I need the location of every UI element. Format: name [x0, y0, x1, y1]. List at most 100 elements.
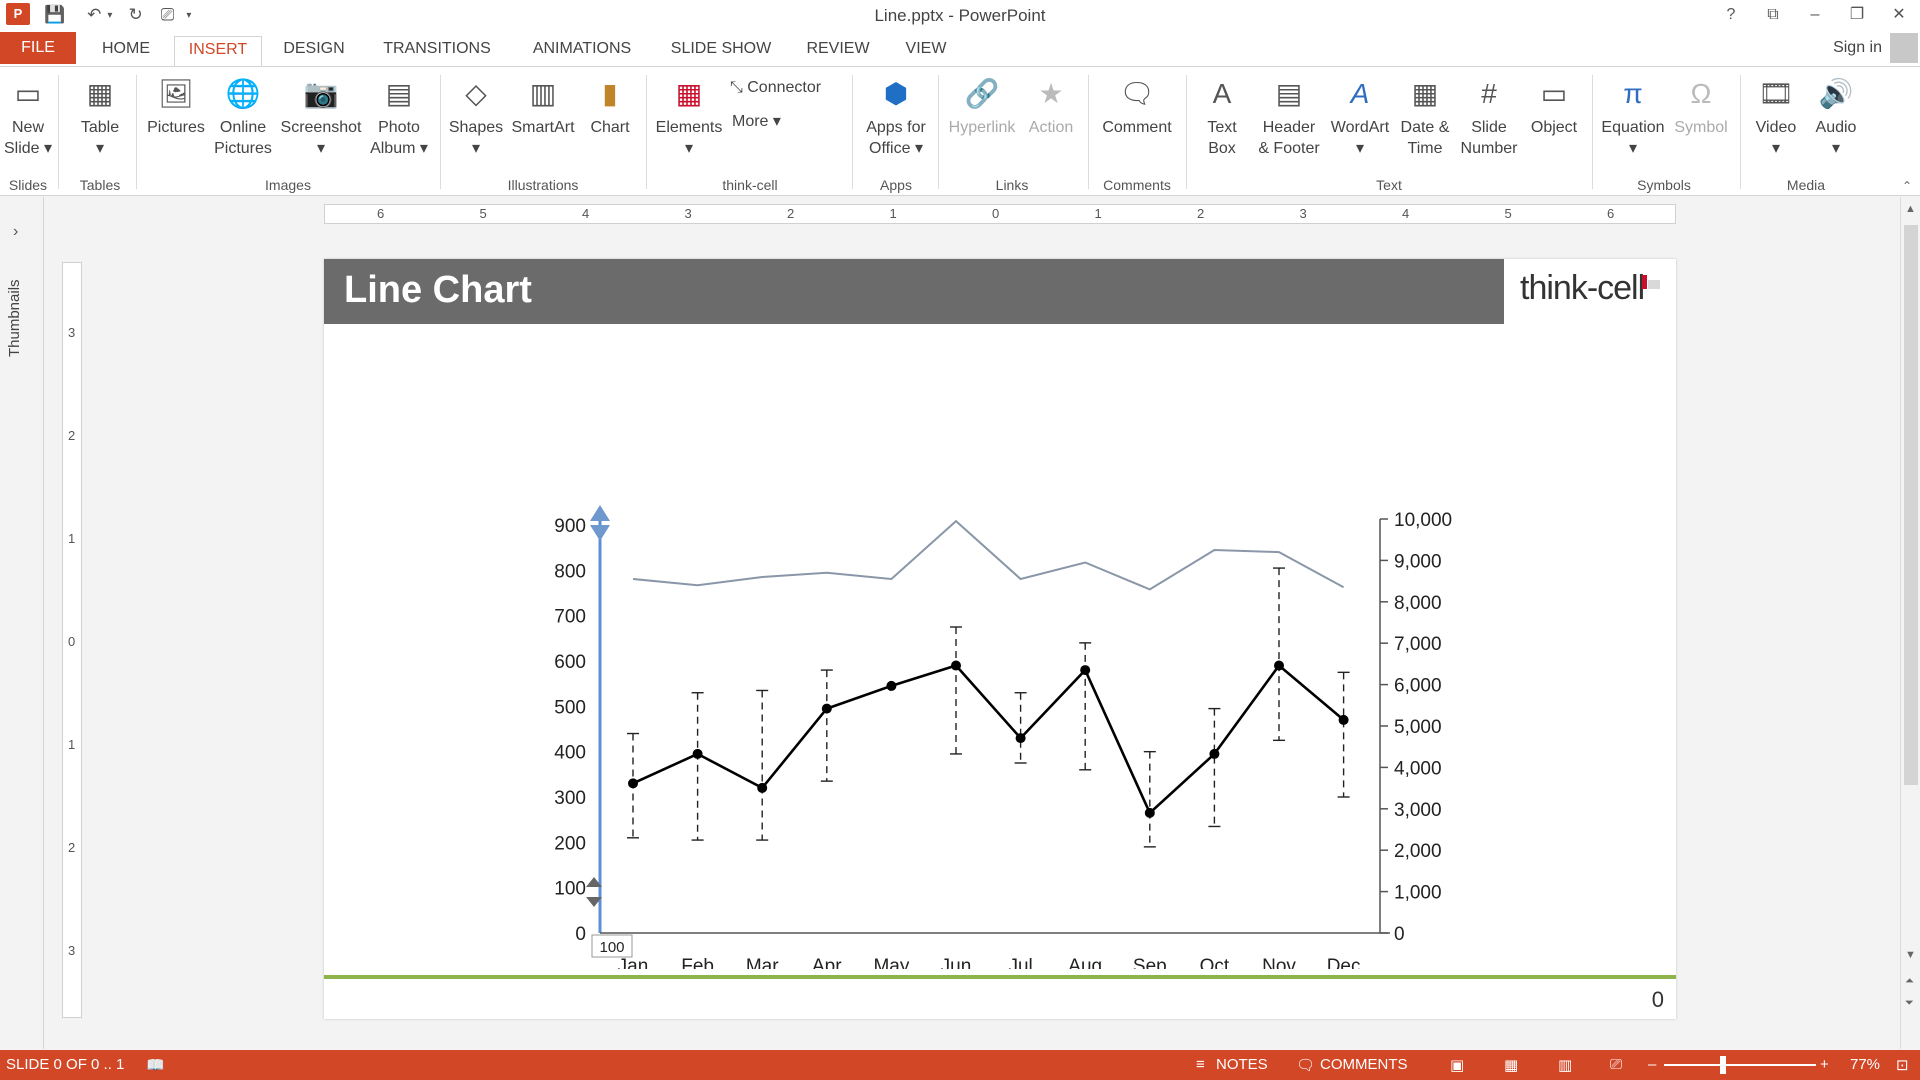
- previous-slide-icon[interactable]: ⏶: [1905, 975, 1914, 988]
- wordart-button[interactable]: A WordArt ▾: [1326, 75, 1394, 159]
- window-controls: ? ⧉ – ❐ ✕: [1710, 2, 1920, 28]
- tab-file[interactable]: FILE: [0, 32, 76, 64]
- zoom-level[interactable]: 77%: [1850, 1056, 1880, 1073]
- footer-line: [324, 975, 1676, 979]
- tab-home[interactable]: HOME: [86, 36, 166, 66]
- axis-top-handle-down-arrow: [590, 525, 610, 541]
- zoom-out-icon[interactable]: –: [1648, 1056, 1656, 1073]
- photo-album-button[interactable]: ▤ Photo Album ▾: [366, 75, 432, 159]
- category-tick-label: Oct: [1200, 956, 1230, 969]
- zoom-slider[interactable]: [1664, 1064, 1816, 1066]
- notes-icon[interactable]: ≡: [1196, 1056, 1205, 1073]
- zoom-slider-thumb[interactable]: [1720, 1056, 1726, 1074]
- group-links-label: Links: [995, 177, 1029, 193]
- action-button[interactable]: ★ Action: [1022, 75, 1080, 138]
- ruler-tick-label: 2: [787, 206, 795, 221]
- date-time-button[interactable]: ▦ Date & Time: [1394, 75, 1456, 159]
- data-point-marker: [1015, 733, 1026, 744]
- category-tick-label: Aug: [1068, 956, 1102, 969]
- ruler-tick-label: 3: [684, 206, 692, 221]
- tab-review[interactable]: REVIEW: [798, 36, 878, 66]
- help-icon[interactable]: ?: [1710, 2, 1752, 28]
- close-icon[interactable]: ✕: [1878, 2, 1920, 28]
- audio-button[interactable]: 🔊 Audio ▾: [1806, 75, 1866, 159]
- equation-button[interactable]: π Equation ▾: [1596, 75, 1670, 159]
- elements-icon: ▦: [675, 78, 703, 109]
- category-tick-label: May: [873, 956, 909, 969]
- chart-button[interactable]: ▮ Chart: [584, 75, 636, 138]
- tab-insert[interactable]: INSERT: [174, 36, 262, 67]
- ribbon-separator: [1592, 75, 1593, 189]
- tab-view[interactable]: VIEW: [892, 36, 960, 66]
- spell-check-icon[interactable]: 📖: [146, 1056, 165, 1074]
- ruler-tick-label: 3: [1299, 206, 1307, 221]
- tab-slide-show[interactable]: SLIDE SHOW: [662, 36, 780, 66]
- right-axis-tick-label: 7,000: [1394, 634, 1442, 655]
- comments-icon[interactable]: 🗨: [1296, 1056, 1315, 1074]
- ruler-tick-label: 1: [1094, 206, 1102, 221]
- symbol-button[interactable]: Ω Symbol: [1670, 75, 1732, 138]
- new-slide-button[interactable]: ▭ New Slide ▾: [0, 75, 56, 159]
- comments-button[interactable]: COMMENTS: [1320, 1056, 1408, 1073]
- connector-button[interactable]: ⤡ Connector: [730, 77, 840, 98]
- shapes-button[interactable]: ◇ Shapes ▾: [448, 75, 504, 159]
- slideshow-view-icon[interactable]: ⎚: [1610, 1056, 1622, 1073]
- zoom-in-icon[interactable]: +: [1820, 1056, 1829, 1073]
- avatar[interactable]: [1890, 33, 1918, 63]
- pi-icon: π: [1623, 78, 1643, 109]
- expand-thumbnails-icon[interactable]: ›: [13, 223, 18, 241]
- action-icon: ★: [1038, 78, 1064, 109]
- apps-for-office-button[interactable]: ⬢ Apps for Office ▾: [858, 75, 934, 159]
- thinkcell-elements-button[interactable]: ▦ Elements ▾: [652, 75, 726, 159]
- reading-view-icon[interactable]: ▥: [1558, 1056, 1572, 1074]
- ribbon-display-icon[interactable]: ⧉: [1752, 2, 1794, 28]
- slide-number-icon: #: [1481, 78, 1497, 109]
- scroll-thumb[interactable]: [1904, 225, 1918, 785]
- tab-design[interactable]: DESIGN: [272, 36, 356, 66]
- notes-button[interactable]: NOTES: [1216, 1056, 1268, 1073]
- ribbon: ▭ New Slide ▾ Slides ▦ Table ▾ Tables 🖼 …: [0, 66, 1920, 196]
- ruler-tick-label: 3: [68, 325, 76, 340]
- tab-animations[interactable]: ANIMATIONS: [516, 36, 648, 66]
- line-chart[interactable]: 0 100 200 300 400 500 600 700 800 900 0 1,000 2,000 3…: [324, 259, 1676, 969]
- scroll-down-icon[interactable]: ▼: [1905, 949, 1916, 961]
- slide-number-button[interactable]: # Slide Number: [1456, 75, 1522, 159]
- more-button[interactable]: More ▾: [732, 111, 812, 132]
- object-button[interactable]: ▭ Object: [1522, 75, 1586, 138]
- online-pictures-icon: 🌐: [225, 78, 261, 109]
- online-pictures-button[interactable]: 🌐 Online Pictures: [210, 75, 276, 159]
- restore-icon[interactable]: ❐: [1836, 2, 1878, 28]
- comment-button[interactable]: 🗨 Comment: [1094, 75, 1180, 138]
- speaker-icon: 🔊: [1818, 78, 1854, 109]
- video-button[interactable]: 🎞 Video ▾: [1746, 75, 1806, 159]
- tab-transitions[interactable]: TRANSITIONS: [370, 36, 504, 66]
- collapse-ribbon-icon[interactable]: ⌃: [1902, 179, 1912, 193]
- fit-slide-icon[interactable]: ⊡: [1896, 1056, 1909, 1074]
- hyperlink-button[interactable]: 🔗 Hyperlink: [944, 75, 1020, 138]
- smartart-button[interactable]: ▥ SmartArt: [506, 75, 580, 138]
- normal-view-icon[interactable]: ▣: [1450, 1056, 1464, 1074]
- data-point-marker: [692, 748, 703, 759]
- pictures-button[interactable]: 🖼 Pictures: [144, 75, 208, 138]
- thumbnails-label[interactable]: Thumbnails: [6, 279, 23, 357]
- table-button[interactable]: ▦ Table ▾: [70, 75, 130, 159]
- right-axis-tick-label: 10,000: [1394, 510, 1452, 531]
- screenshot-button[interactable]: 📷 Screenshot ▾: [278, 75, 364, 159]
- slide-canvas[interactable]: Line Chart think-cell 0 100 200 300 400 500 60…: [324, 259, 1676, 1019]
- left-axis-tick-label: 100: [554, 879, 586, 900]
- slide-sorter-icon[interactable]: ▦: [1504, 1056, 1518, 1074]
- photo-album-icon: ▤: [385, 78, 413, 109]
- ruler-tick-label: 0: [992, 206, 1000, 221]
- next-slide-icon[interactable]: ⏷: [1905, 997, 1914, 1010]
- header-footer-button[interactable]: ▤ Header & Footer: [1252, 75, 1326, 159]
- wordart-icon: A: [1350, 78, 1370, 109]
- ribbon-separator: [1740, 75, 1741, 189]
- vertical-scrollbar[interactable]: ▲ ▼ ⏶ ⏷: [1900, 197, 1920, 1049]
- scroll-up-icon[interactable]: ▲: [1905, 203, 1916, 215]
- sign-in-link[interactable]: Sign in: [1833, 39, 1882, 57]
- text-box-button[interactable]: A Text Box: [1192, 75, 1252, 159]
- ribbon-separator: [1088, 75, 1089, 189]
- minimize-icon[interactable]: –: [1794, 2, 1836, 28]
- axis-top-handle-up-arrow: [590, 505, 610, 521]
- chart-icon: ▮: [602, 78, 618, 109]
